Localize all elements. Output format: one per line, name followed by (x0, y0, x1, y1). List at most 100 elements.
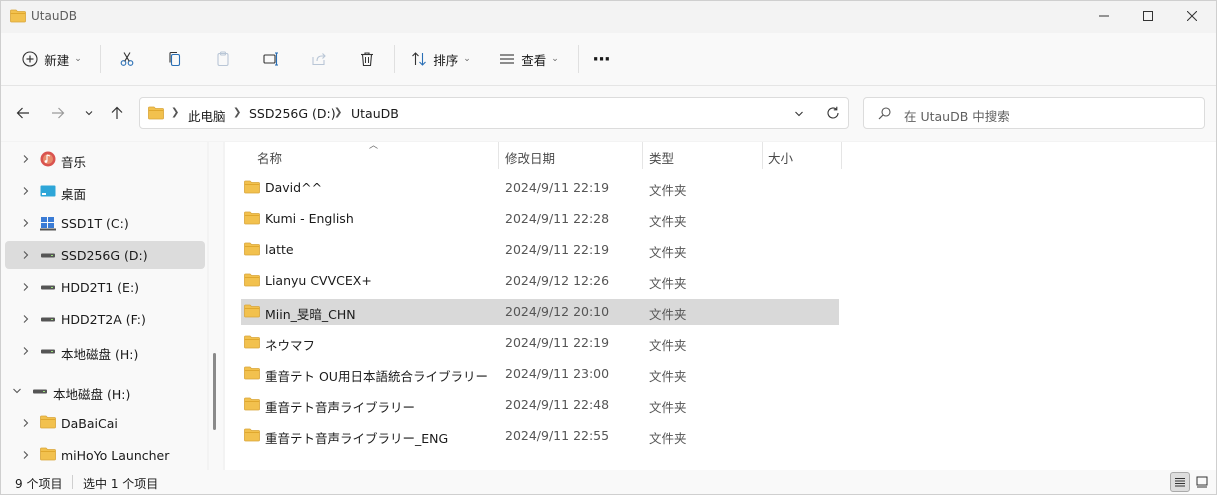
file-name: Lianyu CVVCEX+ (265, 273, 372, 288)
column-header-name[interactable]: 名称 (257, 148, 282, 167)
sidebar-item-label: miHoYo Launcher (61, 448, 170, 463)
column-header-date[interactable]: 修改日期 (505, 148, 555, 167)
sidebar-item-dabaicai[interactable]: DaBaiCai (5, 409, 205, 437)
command-bar: 新建 ⌄ 排序 ⌄ 查看 ⌄ ··· (1, 33, 1216, 86)
chevron-right-icon[interactable] (19, 312, 33, 326)
sidebar-item-mihoyo-launcher[interactable]: miHoYo Launcher (5, 441, 205, 469)
sidebar-item-desktop[interactable]: 桌面 (5, 177, 205, 205)
search-input[interactable]: 在 UtauDB 中搜索 (863, 97, 1205, 129)
column-divider[interactable] (642, 142, 643, 169)
folder-icon (244, 180, 260, 197)
chevron-down-icon: ⌄ (74, 54, 82, 64)
windows-drive-icon (40, 215, 56, 231)
toolbar-divider (394, 45, 395, 73)
rename-icon (263, 52, 278, 66)
sidebar-scrollbar-thumb[interactable] (213, 353, 216, 430)
close-button[interactable] (1169, 1, 1215, 31)
column-divider[interactable] (841, 142, 842, 169)
maximize-icon (1143, 11, 1153, 21)
column-header-type[interactable]: 类型 (649, 148, 674, 167)
details-view-icon (1175, 478, 1185, 487)
file-list: ︿ 名称 修改日期 类型 大小 David^^ 2024/9/11 22:19 … (225, 141, 1216, 470)
chevron-right-icon[interactable] (19, 152, 33, 166)
chevron-right-icon[interactable] (19, 248, 33, 262)
chevron-right-icon: ❯ (334, 107, 343, 118)
table-row[interactable]: Kumi - English 2024/9/11 22:28 文件夹 (241, 206, 839, 232)
more-button[interactable]: ··· (587, 43, 615, 75)
sidebar-item-music[interactable]: 音乐 (5, 145, 205, 173)
file-type: 文件夹 (649, 245, 687, 260)
up-button[interactable] (105, 101, 129, 125)
table-row[interactable]: David^^ 2024/9/11 22:19 文件夹 (241, 175, 839, 201)
chevron-down-icon[interactable] (10, 384, 24, 398)
table-row[interactable]: ネウマフ 2024/9/11 22:19 文件夹 (241, 330, 839, 356)
sidebar-item-ssd256g[interactable]: SSD256G (D:) (5, 241, 205, 269)
sidebar-item-hdd2t1[interactable]: HDD2T1 (E:) (5, 273, 205, 301)
chevron-down-icon (795, 111, 803, 117)
column-divider[interactable] (498, 142, 499, 169)
chevron-down-icon (85, 111, 93, 116)
sidebar-item-local-disk-h-root[interactable]: 本地磁盘 (H:) (5, 377, 205, 405)
chevron-right-icon[interactable] (19, 416, 33, 430)
column-divider[interactable] (762, 142, 763, 169)
table-row-selected[interactable]: Miin_旻暗_CHN 2024/9/12 20:10 文件夹 (241, 299, 839, 325)
breadcrumb-this-pc[interactable]: 此电脑 (188, 106, 226, 125)
paste-icon (217, 51, 229, 67)
address-history-button[interactable] (794, 108, 804, 122)
table-row[interactable]: 重音テト音声ライブラリー_ENG 2024/9/11 22:55 文件夹 (241, 423, 839, 449)
file-date: 2024/9/11 22:19 (505, 180, 610, 195)
sidebar-item-label: 本地磁盘 (H:) (61, 347, 139, 362)
file-date: 2024/9/11 22:28 (505, 211, 610, 226)
chevron-right-icon[interactable] (19, 344, 33, 358)
table-row[interactable]: 重音テト音声ライブラリー 2024/9/11 22:48 文件夹 (241, 392, 839, 418)
chevron-right-icon[interactable] (19, 280, 33, 294)
back-button[interactable] (11, 101, 35, 125)
arrow-up-icon (111, 106, 123, 119)
delete-icon (361, 52, 373, 67)
drive-icon (32, 383, 48, 399)
share-button[interactable] (303, 43, 335, 75)
arrow-right-icon (52, 107, 65, 119)
sidebar-item-ssd1t[interactable]: SSD1T (C:) (5, 209, 205, 237)
maximize-button[interactable] (1125, 1, 1171, 31)
refresh-icon (827, 106, 839, 119)
search-icon (878, 107, 891, 123)
tiles-view-button[interactable] (1192, 472, 1212, 492)
table-row[interactable]: latte 2024/9/11 22:19 文件夹 (241, 237, 839, 263)
rename-button[interactable] (255, 43, 287, 75)
folder-icon (244, 397, 260, 414)
file-date: 2024/9/11 22:19 (505, 242, 610, 257)
chevron-right-icon[interactable] (19, 448, 33, 462)
file-date: 2024/9/11 22:19 (505, 335, 610, 350)
new-button[interactable]: 新建 ⌄ (17, 43, 87, 75)
sidebar-item-label: DaBaiCai (61, 416, 118, 431)
delete-button[interactable] (351, 43, 383, 75)
desktop-icon (40, 183, 56, 199)
column-header-size[interactable]: 大小 (768, 148, 793, 167)
address-bar[interactable]: ❯ 此电脑 ❯ SSD256G (D:) ❯ UtauDB (139, 97, 849, 129)
sort-button[interactable]: 排序 ⌄ (405, 43, 477, 75)
details-view-button[interactable] (1170, 472, 1190, 492)
breadcrumb-drive[interactable]: SSD256G (D:) (249, 106, 336, 121)
table-row[interactable]: Lianyu CVVCEX+ 2024/9/12 12:26 文件夹 (241, 268, 839, 294)
copy-button[interactable] (159, 43, 191, 75)
refresh-button[interactable] (826, 106, 840, 123)
table-row[interactable]: 重音テト OU用日本語統合ライブラリー 2024/9/11 23:00 文件夹 (241, 361, 839, 387)
paste-button[interactable] (207, 43, 239, 75)
chevron-down-icon: ⌄ (463, 54, 471, 64)
toolbar-divider (100, 45, 101, 73)
view-button[interactable]: 查看 ⌄ (493, 43, 565, 75)
cut-button[interactable] (111, 43, 143, 75)
recent-locations-button[interactable] (77, 101, 101, 125)
sidebar-scrollbar[interactable] (209, 142, 223, 470)
chevron-right-icon[interactable] (19, 184, 33, 198)
minimize-button[interactable] (1081, 1, 1127, 31)
sidebar-item-local-disk-h[interactable]: 本地磁盘 (H:) (5, 337, 205, 365)
sidebar-item-hdd2t2a[interactable]: HDD2T2A (F:) (5, 305, 205, 333)
sidebar-item-label: HDD2T2A (F:) (61, 312, 146, 327)
chevron-right-icon[interactable] (19, 216, 33, 230)
new-label: 新建 (44, 52, 70, 68)
breadcrumb-folder[interactable]: UtauDB (351, 106, 399, 121)
folder-icon (244, 335, 260, 352)
forward-button[interactable] (46, 101, 70, 125)
